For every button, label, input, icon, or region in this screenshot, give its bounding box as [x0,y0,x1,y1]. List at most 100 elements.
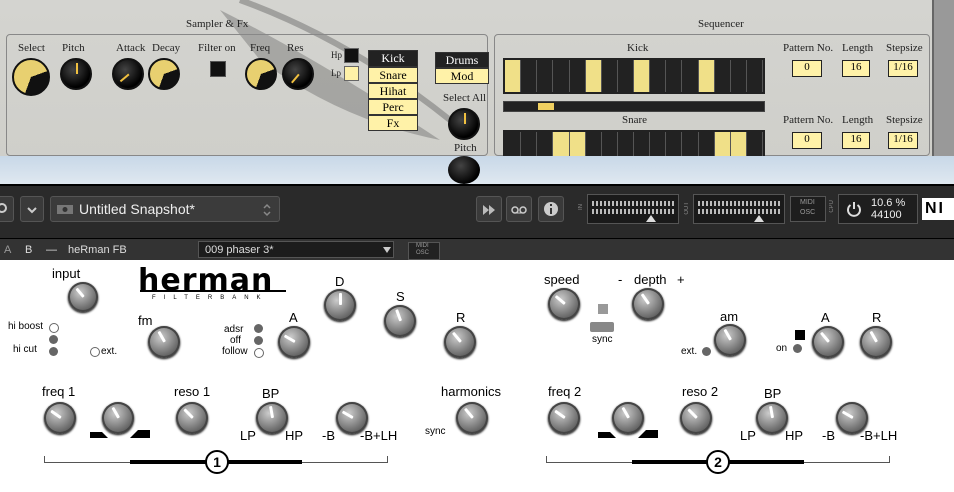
output-level-marker-icon[interactable] [754,215,764,222]
harmonics-knob[interactable] [456,402,488,434]
drum-perc-button[interactable]: Perc [368,99,418,115]
step-cell[interactable] [553,60,570,92]
input-knob[interactable] [68,282,98,312]
step-cell[interactable] [601,60,618,92]
follow-radio[interactable] [254,348,264,358]
step-cell[interactable] [601,132,618,156]
sync-button[interactable] [590,322,614,332]
fm-knob[interactable] [148,326,180,358]
kick-length-field[interactable]: 16 [842,60,870,77]
tape-button[interactable] [506,196,532,222]
step-cell[interactable] [617,60,634,92]
step-cell[interactable] [585,132,602,156]
freq-knob[interactable] [245,58,277,90]
step-cell[interactable] [521,132,538,156]
step-cell[interactable] [682,132,699,156]
release1-knob[interactable] [444,326,476,358]
snapshot-selector[interactable]: Untitled Snapshot* [50,196,280,222]
res-knob[interactable] [282,58,314,90]
step-cell[interactable] [634,132,651,156]
attack1-knob[interactable] [278,326,310,358]
step-cell[interactable] [666,60,683,92]
hi-mid-radio[interactable] [49,335,58,344]
attack-knob[interactable] [112,58,144,90]
step-cell[interactable] [537,132,554,156]
kick-stepsize-field[interactable]: 1/16 [888,60,918,77]
fast-forward-button[interactable] [476,196,502,222]
step-cell[interactable] [505,60,522,92]
step-cell[interactable] [650,60,667,92]
snare-stepsize-field[interactable]: 1/16 [888,132,918,149]
am-ext-radio[interactable] [702,347,711,356]
step-cell[interactable] [634,60,651,92]
snare-pattern-field[interactable]: 0 [792,132,822,149]
info-button[interactable] [538,196,564,222]
filter-on-toggle[interactable] [210,61,226,77]
input-level-marker-icon[interactable] [646,215,656,222]
step-cell[interactable] [569,132,586,156]
freq2-knob[interactable] [548,402,580,434]
power-icon[interactable] [846,201,862,217]
collapse-button[interactable]: — [46,244,57,256]
hp-toggle[interactable] [344,48,359,63]
attack2-knob[interactable] [812,326,844,358]
lp-toggle[interactable] [344,66,359,81]
select-knob[interactable] [12,58,50,96]
drum-snare-button[interactable]: Snare [368,67,418,83]
on-radio[interactable] [793,344,802,353]
step-cell[interactable] [505,132,522,156]
ext-radio[interactable] [90,347,100,357]
drum-hihat-button[interactable]: Hihat [368,83,418,99]
step-cell[interactable] [553,132,570,156]
snare-step-row[interactable] [503,130,765,156]
step-cell[interactable] [585,60,602,92]
snapshot-stepper-icon[interactable] [262,202,272,218]
step-cell[interactable] [521,60,538,92]
mod-mode-button[interactable]: Mod [435,68,489,84]
freq1-knob[interactable] [44,402,76,434]
kick-position-bar[interactable] [503,101,765,112]
step-cell[interactable] [730,60,747,92]
select-all-knob[interactable] [448,108,480,140]
snapshot-menu-button[interactable] [20,196,44,222]
step-cell[interactable] [746,132,763,156]
kick-step-row[interactable] [503,58,765,94]
preset-selector[interactable]: 009 phaser 3* [198,241,394,258]
pitch-knob-partial[interactable] [448,156,480,184]
decay1-knob[interactable] [324,289,356,321]
b-tab[interactable]: B [25,244,32,256]
drum-kick-button[interactable]: Kick [368,50,418,67]
step-cell[interactable] [730,132,747,156]
sustain1-knob[interactable] [384,305,416,337]
step-cell[interactable] [537,60,554,92]
release2-knob[interactable] [860,326,892,358]
hi-cut-radio[interactable] [49,347,58,356]
kick-pattern-field[interactable]: 0 [792,60,822,77]
a-tab[interactable]: A [4,244,11,256]
step-cell[interactable] [682,60,699,92]
step-cell[interactable] [714,60,731,92]
mode1-knob[interactable] [256,402,288,434]
step-cell[interactable] [617,132,634,156]
pitch-knob[interactable] [60,58,92,90]
step-cell[interactable] [698,60,715,92]
mode2-knob[interactable] [756,402,788,434]
browser-button[interactable] [0,196,14,222]
depth-knob[interactable] [632,288,664,320]
step-cell[interactable] [714,132,731,156]
am-knob[interactable] [714,324,746,356]
speed-knob[interactable] [548,288,580,320]
off-radio[interactable] [254,336,263,345]
reso2-knob[interactable] [680,402,712,434]
drum-fx-button[interactable]: Fx [368,115,418,131]
decay-knob[interactable] [148,58,180,90]
instrument-name[interactable]: heRman FB [68,244,127,256]
step-cell[interactable] [569,60,586,92]
step-cell[interactable] [666,132,683,156]
snare-length-field[interactable]: 16 [842,132,870,149]
step-cell[interactable] [650,132,667,156]
step-cell[interactable] [746,60,763,92]
drums-mode-button[interactable]: Drums [435,52,489,68]
adsr-radio[interactable] [254,324,263,333]
step-cell[interactable] [698,132,715,156]
